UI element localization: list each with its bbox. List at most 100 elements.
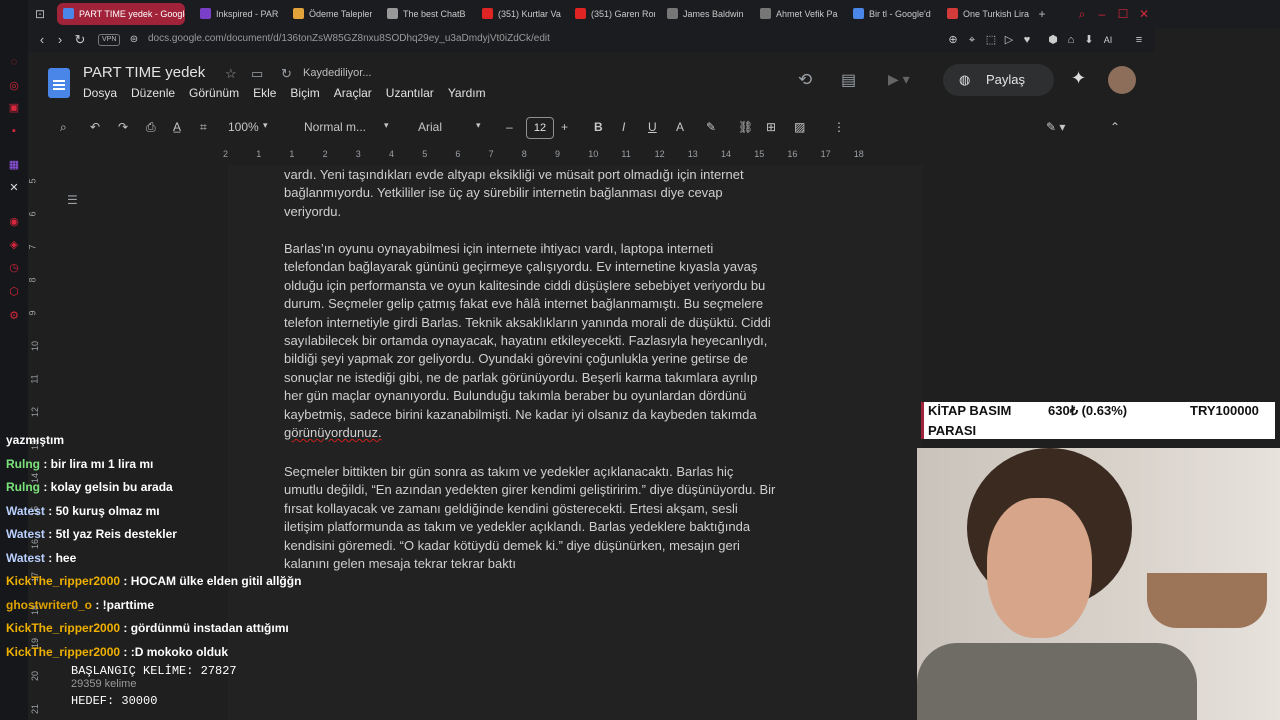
move-folder-icon[interactable]: ▭ [251,66,263,82]
menu-file[interactable]: Dosya [83,86,117,100]
sidebar-icon-2[interactable]: ◎ [7,79,21,93]
paragraph-3[interactable]: Seçmeler bittikten bir gün sonra as takı… [284,463,819,573]
heart-icon[interactable]: ♥ [1019,32,1035,48]
docs-logo-icon[interactable] [48,68,70,98]
menu-extensions[interactable]: Uzantılar [386,86,434,100]
play-icon[interactable]: ▷ [1001,32,1017,48]
sidebar-icon-3[interactable]: ▣ [7,101,21,115]
easy-setup-icon[interactable]: ≡ [1131,32,1147,48]
donation-ticker: KİTAP BASIM PARASI 630₺ (0.63%) TRY10000… [921,402,1275,439]
clock-icon[interactable]: ◷ [7,261,21,275]
tab-2[interactable]: Ödeme Talepler [287,3,372,25]
tab-6[interactable]: James Baldwin [661,3,746,25]
pin-icon[interactable]: ⌖ [964,32,980,48]
chat-text: : bir lira mı 1 lira mı [40,456,154,471]
search-tabs-icon[interactable]: ⌕ [1074,6,1090,22]
bold-icon[interactable]: B [594,120,603,134]
tab-4[interactable]: (351) Kurtlar Va [476,3,562,25]
tab-8[interactable]: Bir tl - Google'd [847,3,933,25]
maximize-icon[interactable]: ☐ [1115,6,1131,22]
menu-tools[interactable]: Araçlar [334,86,372,100]
back-icon[interactable]: ‹ [34,32,50,48]
tab-menu-icon[interactable]: ⊡ [32,6,48,22]
tab-1[interactable]: Inkspired - PAR [194,3,278,25]
ruler-tick: 6 [27,211,38,217]
minimize-icon[interactable]: – [1094,6,1110,22]
close-window-icon[interactable]: ✕ [1136,6,1152,22]
tab-0[interactable]: PART TIME yedek - Google [57,3,185,25]
line: kaybetmiş, sadece birini kazanabilmişti.… [284,406,757,422]
sidebar-icon-5[interactable]: ◉ [7,215,21,229]
downloads-icon[interactable]: ⬇ [1081,32,1097,48]
account-icon[interactable]: ⌂ [1063,32,1079,48]
paint-format-icon[interactable]: ⌗ [200,120,207,135]
line: veriyordu. [284,203,342,219]
vpn-badge[interactable]: VPN [98,34,121,46]
avatar[interactable] [1108,66,1136,94]
gear-icon[interactable]: ⚙ [7,309,21,323]
zoom-icon[interactable]: ⊕ [945,32,961,48]
menu-format[interactable]: Biçim [290,86,319,100]
extensions-icon[interactable]: ⬢ [1045,32,1061,48]
collapse-icon[interactable]: ⌃ [1110,120,1120,134]
word-count[interactable]: 29359 kelime [71,678,136,690]
chat-message: Rulng : bir lira mı 1 lira mı [6,457,153,471]
reload-icon[interactable]: ↻ [72,32,88,48]
decrease-font-icon[interactable]: – [506,120,513,134]
meet-icon[interactable]: ▶ ▾ [888,71,910,88]
ruler-tick: 18 [853,149,864,159]
x-icon[interactable]: ✕ [7,181,21,195]
font-size-input[interactable]: 12 [526,117,554,139]
link-icon[interactable]: ⛓ [738,120,753,134]
paragraph-2[interactable]: Barlas’ın oyunu oynayabilmesi için inter… [284,240,819,442]
menu-edit[interactable]: Düzenle [131,86,175,100]
new-tab-icon[interactable]: + [1034,6,1050,22]
insert-image-icon[interactable]: ▨ [794,120,805,134]
twitch-icon[interactable]: ▦ [7,158,21,172]
paragraph-1[interactable]: vardı. Yeni taşındıkları evde altyapı ek… [284,166,819,221]
highlight-icon[interactable]: ✎ [706,120,716,134]
cube-icon[interactable]: ⬡ [7,285,21,299]
chat-message: KickThe_ripper2000 : gördünmü instadan a… [6,621,289,635]
tab-3[interactable]: The best ChatB [381,3,469,25]
add-comment-icon[interactable]: ⊞ [766,120,776,134]
sidebar-icon-6[interactable]: ◈ [7,238,21,252]
tab-favicon [200,8,211,19]
underline-icon[interactable]: U [648,120,657,134]
tab-9[interactable]: One Turkish Lira [941,3,1033,25]
menu-view[interactable]: Görünüm [189,86,239,100]
chat-text: : :D mokoko olduk [120,644,229,659]
ai-button[interactable]: AI [1096,32,1120,48]
style-select[interactable]: Normal m... [304,120,366,134]
search-menus-icon[interactable]: ⌕ [60,120,67,135]
history-icon[interactable]: ⟲ [798,70,812,90]
sidebar-icon-1[interactable]: ◌ [7,55,21,69]
menu-insert[interactable]: Ekle [253,86,276,100]
sidebar-icon-4[interactable]: ▪ [7,124,21,138]
forward-icon[interactable]: › [52,32,68,48]
url-field[interactable]: docs.google.com/document/d/136tonZsW85GZ… [148,33,550,44]
undo-icon[interactable]: ↶ [90,120,100,134]
outline-icon[interactable]: ☰ [67,193,78,207]
editing-mode-icon[interactable]: ✎ ▾ [1046,120,1065,134]
print-icon[interactable]: ⎙ [146,120,156,135]
share-button[interactable]: ◍ Paylaş [943,64,1054,96]
increase-font-icon[interactable]: + [561,120,568,134]
more-icon[interactable]: ⋮ [833,120,845,134]
document-title[interactable]: PART TIME yedek [83,64,205,81]
tab-5[interactable]: (351) Garen Ron [569,3,655,25]
site-info-icon[interactable]: ⊜ [126,32,142,48]
gemini-icon[interactable]: ✦ [1071,68,1086,89]
comments-icon[interactable]: ▤ [841,70,856,90]
text-color-icon[interactable]: A [676,120,684,134]
redo-icon[interactable]: ↷ [118,120,128,134]
tab-7[interactable]: Ahmet Vefik Pa [754,3,839,25]
zoom-select[interactable]: 100% [228,120,259,134]
menu-help[interactable]: Yardım [448,86,486,100]
line: olduğu için performansta ve oyun kalites… [284,277,766,293]
font-select[interactable]: Arial [418,120,442,134]
spellcheck-icon[interactable]: A̲ [173,120,181,134]
star-icon[interactable]: ☆ [225,66,237,82]
italic-icon[interactable]: I [622,120,625,134]
snapshot-icon[interactable]: ⬚ [983,32,999,48]
